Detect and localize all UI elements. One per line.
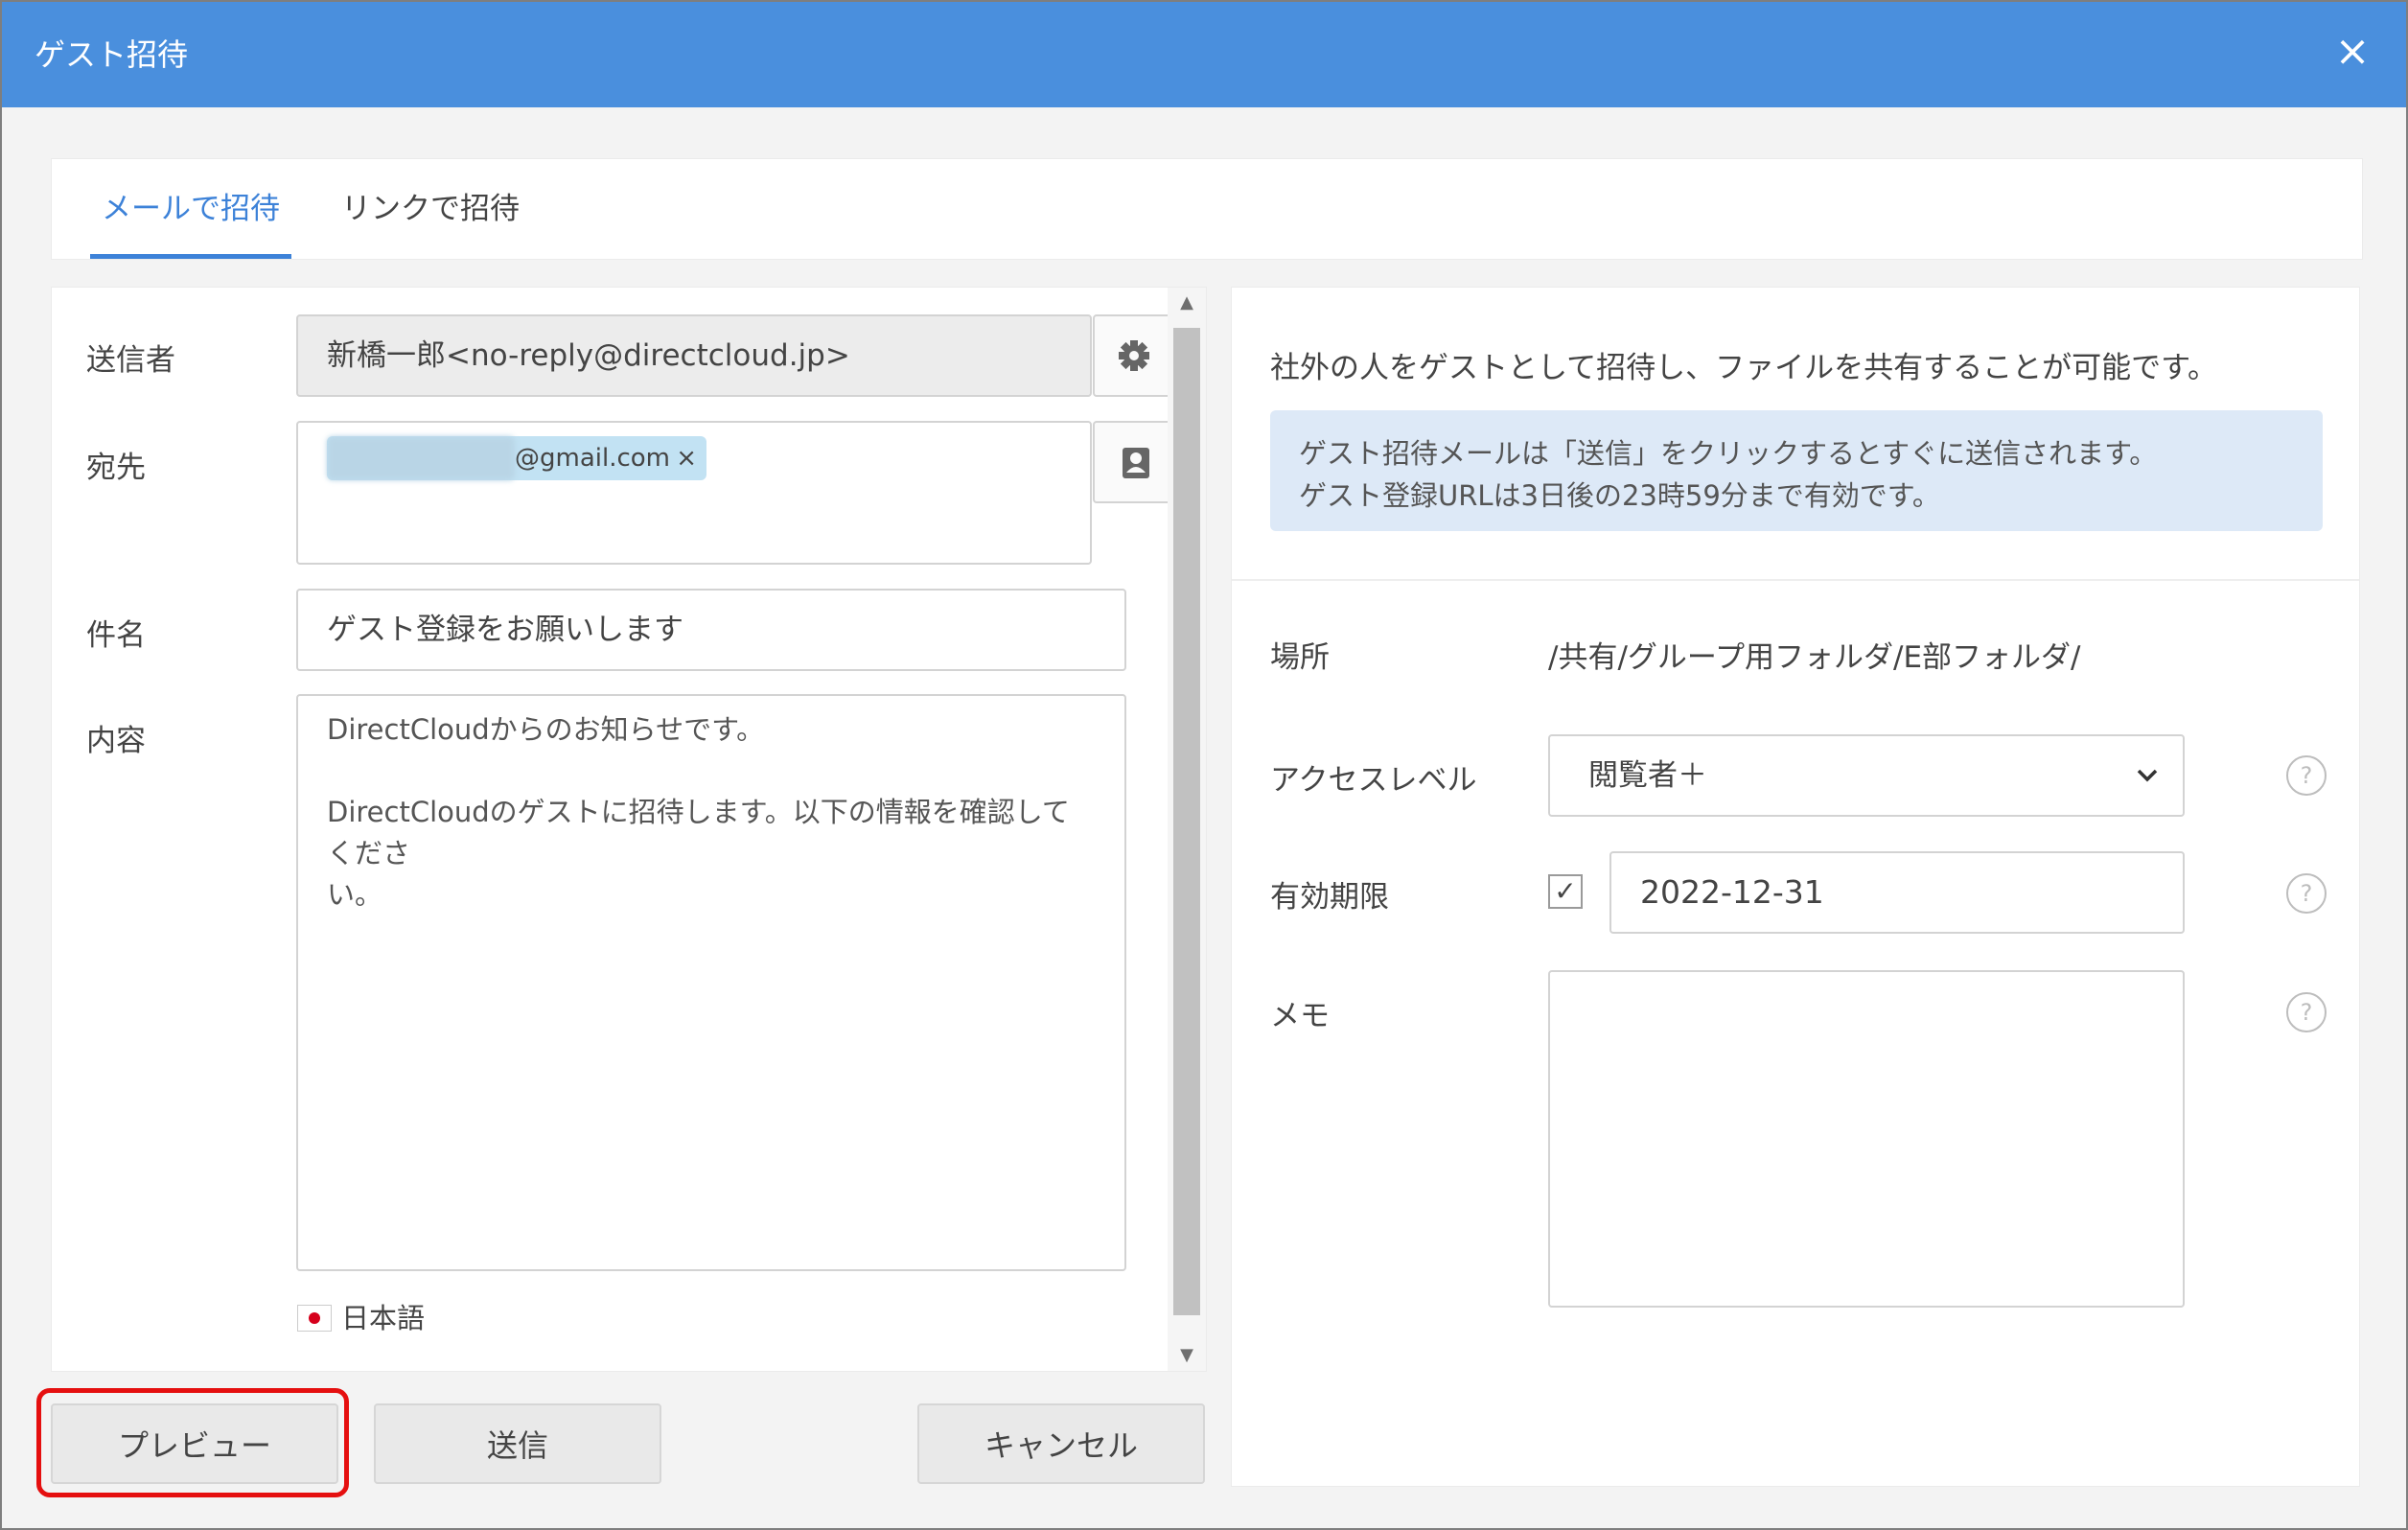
contact-book-icon [1123,448,1149,478]
email-form-panel: 送信者 新橋一郎<no-reply@directcloud.jp> 宛先 @gm… [51,287,1207,1372]
memo-help-icon[interactable]: ? [2286,992,2327,1032]
access-level-select[interactable]: 閲覧者＋ [1548,734,2185,817]
recipient-field[interactable]: @gmail.com × [296,421,1092,565]
expiry-label: 有効期限 [1270,880,1389,915]
subject-label: 件名 [86,618,146,653]
memo-textarea[interactable] [1548,970,2185,1308]
sender-field: 新橋一郎<no-reply@directcloud.jp> [296,314,1092,397]
subject-input[interactable]: ゲスト登録をお願いします [296,589,1126,671]
location-label: 場所 [1270,640,1330,675]
recipient-tag: @gmail.com × [327,436,706,480]
dialog-title: ゲスト招待 [35,36,189,73]
sender-value: 新橋一郎<no-reply@directcloud.jp> [327,338,850,373]
sender-label: 送信者 [86,343,175,378]
content-value: DirectCloudからのお知らせです。 DirectCloudのゲストに招待… [327,713,1070,911]
scroll-down-icon[interactable]: ▼ [1168,1340,1206,1371]
notice-box: ゲスト招待メールは「送信」をクリックするとすぐに送信されます。 ゲスト登録URL… [1270,410,2323,531]
sender-settings-button[interactable] [1093,314,1175,397]
language-label: 日本語 [341,1302,426,1334]
memo-label: メモ [1270,999,1330,1033]
scroll-thumb[interactable] [1173,328,1200,1315]
close-icon[interactable]: × [2326,25,2379,79]
address-book-button[interactable] [1093,421,1175,503]
invite-tabs: メールで招待 リンクで招待 [51,158,2363,260]
expiry-checkbox[interactable]: ✓ [1548,874,1583,909]
notice-line-2: ゲスト登録URLは3日後の23時59分まで有効です。 [1299,479,1940,512]
content-label: 内容 [86,724,146,758]
recipient-label: 宛先 [86,451,146,485]
preview-highlight-frame [36,1388,349,1497]
form-scrollbar[interactable]: ▲ ▼ [1168,288,1206,1371]
tab-email-invite[interactable]: メールで招待 [90,159,291,259]
location-value: /共有/グループ用フォルダ/E部フォルダ/ [1548,640,2081,675]
recipient-name-redacted [327,436,515,480]
notice-line-1: ゲスト招待メールは「送信」をクリックするとすぐに送信されます。 [1299,437,2158,470]
subject-value: ゲスト登録をお願いします [327,613,683,647]
send-button[interactable]: 送信 [374,1403,661,1484]
expiry-date-input[interactable]: 2022-12-31 [1609,851,2185,934]
access-level-value: 閲覧者＋ [1588,758,1707,793]
active-tab-indicator [90,254,291,259]
tab-email-invite-label: メールで招待 [102,192,280,226]
japan-flag-icon [297,1305,332,1332]
panel-divider [1232,579,2359,581]
recipient-tag-domain: @gmail.com [515,444,671,473]
access-help-icon[interactable]: ? [2286,755,2327,796]
content-textarea[interactable]: DirectCloudからのお知らせです。 DirectCloudのゲストに招待… [296,694,1126,1271]
tab-link-invite[interactable]: リンクで招待 [330,159,531,259]
invite-details-panel: 社外の人をゲストとして招待し、ファイルを共有することが可能です。 ゲスト招待メー… [1231,287,2360,1487]
access-level-label: アクセスレベル [1270,763,1477,798]
chevron-down-icon [2135,736,2160,845]
dialog-titlebar: ゲスト招待 × [2,2,2406,107]
expiry-date-value: 2022-12-31 [1640,873,1824,911]
expiry-help-icon[interactable]: ? [2286,873,2327,914]
cancel-button[interactable]: キャンセル [917,1403,1205,1484]
guest-invite-dialog: ゲスト招待 × メールで招待 リンクで招待 送信者 新橋一郎<no-reply@… [0,0,2408,1530]
scroll-up-icon[interactable]: ▲ [1168,288,1206,318]
gear-icon [1119,340,1149,371]
remove-recipient-icon[interactable]: × [676,436,697,480]
invite-description: 社外の人をゲストとして招待し、ファイルを共有することが可能です。 [1270,351,2217,385]
language-selector[interactable]: 日本語 [297,1296,425,1336]
